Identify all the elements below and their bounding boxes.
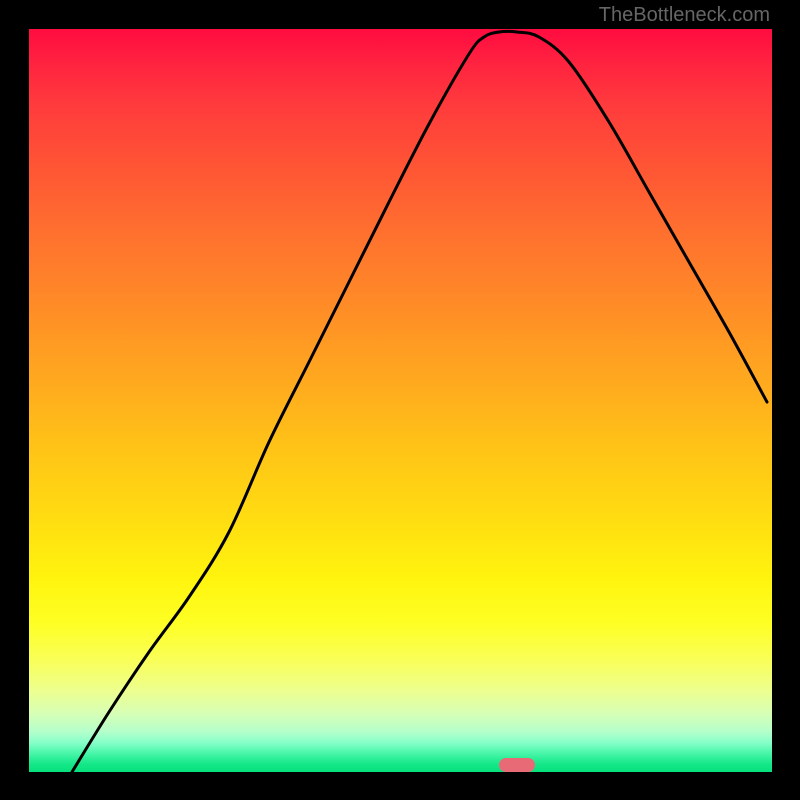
watermark-text: TheBottleneck.com — [599, 4, 770, 27]
plot-area — [29, 29, 772, 772]
optimal-marker — [499, 758, 535, 772]
bottleneck-curve — [29, 29, 772, 772]
chart-frame: TheBottleneck.com — [0, 0, 800, 800]
